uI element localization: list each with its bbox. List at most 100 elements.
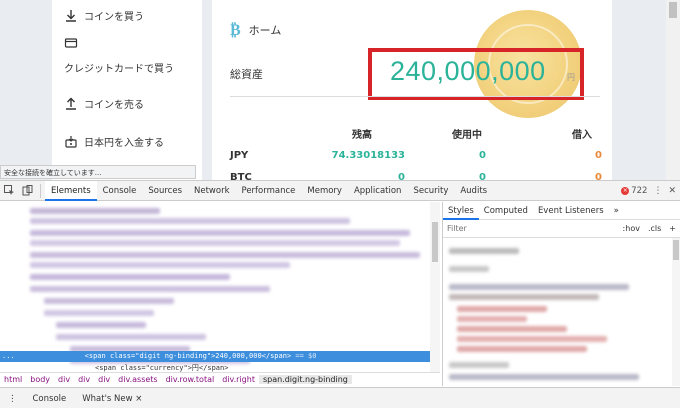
balance-value: 0 — [398, 172, 405, 180]
upload-icon — [66, 97, 76, 110]
total-assets-value: 240,000,000 — [390, 56, 546, 86]
blurred-code-line — [30, 262, 290, 268]
selected-dom-node[interactable]: ... <span class="digit ng-binding">240,00… — [0, 351, 430, 362]
asset-name: JPY — [230, 150, 249, 161]
tab-performance[interactable]: Performance — [236, 181, 302, 201]
tab-memory[interactable]: Memory — [301, 181, 348, 201]
blurred-style-line — [449, 248, 519, 254]
page-title: ₿ ホーム — [230, 20, 281, 40]
borrowed-value: 0 — [595, 172, 602, 180]
add-rule-button[interactable]: + — [665, 224, 680, 233]
sidebar-item-sell-coin[interactable]: コインを売る — [64, 96, 144, 111]
class-toggle-button[interactable]: .cls — [644, 224, 665, 233]
devtools-drawer: ⋮ Console What's New × — [0, 387, 680, 408]
home-label: ホーム — [248, 24, 282, 37]
styles-tabbar: Styles Computed Event Listeners » — [443, 202, 680, 220]
in-use-value: 0 — [479, 150, 486, 161]
breadcrumb-item[interactable]: body — [26, 375, 54, 384]
breadcrumb-item[interactable]: div.right — [218, 375, 259, 384]
asset-name: BTC — [230, 172, 252, 180]
blurred-code-line — [30, 208, 160, 214]
credit-card-icon — [64, 38, 78, 48]
tab-audits[interactable]: Audits — [454, 181, 493, 201]
scrollbar-thumb[interactable] — [673, 240, 679, 260]
blurred-code-line — [30, 286, 270, 292]
tab-application[interactable]: Application — [348, 181, 408, 201]
breadcrumb-item-active[interactable]: span.digit.ng-binding — [258, 375, 352, 384]
sidebar-item-card[interactable] — [64, 36, 78, 50]
hover-state-button[interactable]: :hov — [619, 224, 644, 233]
sidebar-item-label: コインを売る — [84, 100, 144, 111]
more-options-icon[interactable]: ⋮ — [653, 186, 662, 196]
styles-pane: Styles Computed Event Listeners » :hov .… — [442, 202, 680, 386]
sidebar: コインを買う クレジットカードで買う コインを売る 日本円を入金する — [52, 0, 202, 180]
bitcoin-icon: ₿ — [230, 20, 241, 39]
sidebar-item-label: クレジットカードで買う — [64, 64, 174, 75]
blurred-style-line — [457, 326, 567, 332]
sidebar-item-buy-coin[interactable]: コインを買う — [64, 8, 144, 23]
blurred-style-line — [457, 346, 587, 352]
sidebar-item-label: コインを買う — [84, 12, 144, 23]
styles-scrollbar[interactable] — [672, 238, 680, 386]
bank-deposit-icon — [65, 135, 77, 148]
sidebar-item-label: 日本円を入金する — [84, 138, 164, 149]
blurred-code-line — [56, 322, 146, 328]
scrollbar-thumb[interactable] — [669, 2, 677, 18]
sidebar-item-deposit-jpy[interactable]: 日本円を入金する — [64, 134, 164, 149]
devtools-right-controls: × 722 ⋮ ✕ — [621, 181, 676, 201]
breadcrumb-item[interactable]: div.assets — [114, 375, 161, 384]
main-panel: ₿ ホーム 総資産 240,000,000 円 残高 使用中 借入 JPY 74… — [212, 0, 612, 180]
elements-scrollbar[interactable] — [430, 202, 440, 374]
drawer-menu-icon[interactable]: ⋮ — [0, 394, 25, 404]
blurred-code-line — [30, 230, 410, 236]
blurred-code-line — [30, 274, 230, 280]
web-page: コインを買う クレジットカードで買う コインを売る 日本円を入金する ₿ ホーム… — [0, 0, 680, 180]
breadcrumb-item[interactable]: html — [0, 375, 26, 384]
blurred-code-line — [30, 218, 350, 224]
tab-network[interactable]: Network — [188, 181, 236, 201]
breadcrumb-item[interactable]: div.row.total — [162, 375, 219, 384]
blurred-code-line — [56, 334, 206, 340]
tab-security[interactable]: Security — [407, 181, 454, 201]
breadcrumb-item[interactable]: div — [54, 375, 74, 384]
device-toolbar-icon[interactable] — [18, 181, 36, 201]
tab-elements[interactable]: Elements — [45, 180, 97, 201]
blurred-style-line — [449, 294, 599, 300]
devtools-panel: Elements Console Sources Network Perform… — [0, 180, 680, 408]
blurred-code-line — [30, 252, 420, 258]
breadcrumb-item[interactable]: div — [74, 375, 94, 384]
inspect-element-icon[interactable] — [0, 181, 18, 201]
scrollbar-thumb[interactable] — [432, 222, 438, 262]
close-icon[interactable]: ✕ — [668, 186, 676, 196]
blurred-style-line — [449, 362, 509, 368]
total-assets-label: 総資産 — [230, 68, 263, 81]
tab-computed[interactable]: Computed — [479, 202, 533, 220]
blurred-code-line — [30, 240, 400, 246]
breadcrumb-item[interactable]: div — [94, 375, 114, 384]
drawer-tab-console[interactable]: Console — [25, 394, 75, 404]
blurred-style-line — [457, 316, 527, 322]
drawer-tab-whats-new[interactable]: What's New × — [74, 394, 150, 404]
elements-tree[interactable] — [0, 202, 440, 374]
blurred-style-line — [449, 266, 489, 272]
styles-filter-bar: :hov .cls + — [443, 220, 680, 238]
borrowed-value: 0 — [595, 150, 602, 161]
blurred-style-line — [449, 374, 639, 380]
download-icon — [66, 9, 76, 22]
sidebar-item-buy-with-card[interactable]: クレジットカードで買う — [64, 60, 174, 75]
blurred-style-line — [457, 336, 607, 342]
tab-styles[interactable]: Styles — [443, 202, 479, 220]
blurred-code-line — [44, 310, 154, 316]
blurred-style-line — [457, 306, 547, 312]
tab-sources[interactable]: Sources — [142, 181, 188, 201]
selected-node-code: <span class="digit ng-binding">240,000,0… — [84, 352, 292, 360]
tab-console[interactable]: Console — [97, 181, 143, 201]
page-scrollbar[interactable] — [666, 0, 680, 180]
in-use-value: 0 — [479, 172, 486, 180]
tab-event-listeners[interactable]: Event Listeners — [533, 202, 609, 220]
balance-value: 74.33018133 — [331, 150, 405, 161]
error-icon: × — [621, 187, 630, 195]
styles-filter-input[interactable] — [447, 224, 619, 233]
error-count-badge[interactable]: × 722 — [621, 186, 647, 196]
more-tabs-icon[interactable]: » — [609, 202, 624, 220]
